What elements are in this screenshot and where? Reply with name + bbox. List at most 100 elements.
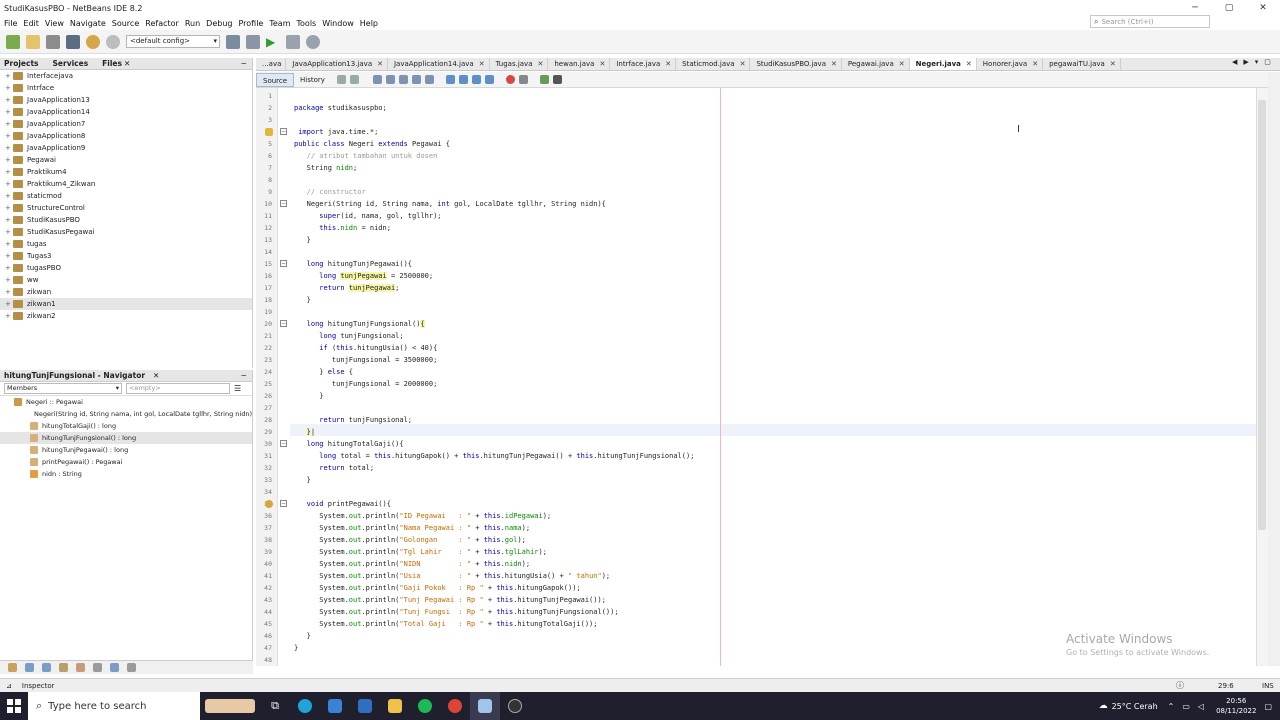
close-button[interactable]: ✕ — [1246, 0, 1280, 16]
editor-tab[interactable]: Pegawai.java ✕ — [842, 58, 910, 70]
close-icon[interactable]: ✕ — [537, 58, 543, 70]
close-icon[interactable]: ✕ — [479, 58, 485, 70]
edge-icon[interactable] — [290, 692, 320, 720]
editor-tab[interactable]: Tugas.java ✕ — [490, 58, 549, 70]
expand-icon[interactable]: + — [5, 130, 13, 142]
close-icon[interactable]: ✕ — [599, 58, 605, 70]
minimize-button[interactable]: ─ — [1178, 0, 1212, 16]
close-icon[interactable]: ✕ — [740, 58, 746, 70]
override-icon[interactable] — [265, 500, 273, 508]
expand-icon[interactable]: + — [5, 226, 13, 238]
start-button[interactable] — [0, 692, 28, 720]
editor-tab[interactable]: Negeri.java ✕ — [909, 58, 977, 70]
scrollbar-thumb[interactable] — [1258, 100, 1266, 530]
editor-tab[interactable]: Intrface.java ✕ — [610, 58, 677, 70]
comment-icon[interactable] — [471, 75, 481, 84]
expand-icon[interactable]: + — [5, 286, 13, 298]
filter-inherited-icon[interactable] — [59, 663, 68, 672]
project-item[interactable]: + JavaApplication14 — [0, 106, 252, 118]
tab-scroll-arrows[interactable]: ◀▶▾▢ — [1232, 58, 1277, 66]
project-item[interactable]: + Intrface — [0, 82, 252, 94]
close-icon[interactable]: ✕ — [153, 371, 159, 380]
task-view-icon[interactable]: ⧉ — [260, 692, 290, 720]
filter-settings-icon[interactable]: ☰ — [234, 384, 241, 393]
tab-services[interactable]: Services — [53, 59, 89, 68]
source-tab[interactable]: Source — [256, 72, 295, 87]
expand-icon[interactable]: + — [5, 106, 13, 118]
editor-tab[interactable]: pegawaiTU.java ✕ — [1043, 58, 1121, 70]
project-item[interactable]: + tugasPBO — [0, 262, 252, 274]
diff-icon[interactable] — [539, 75, 549, 84]
members-select[interactable]: Members ▾ — [4, 383, 122, 394]
weather-text[interactable]: 25°C Cerah — [1112, 702, 1158, 711]
navigator-item[interactable]: Negeri :: Pegawai — [0, 396, 252, 408]
fold-toggle[interactable]: − — [280, 500, 287, 507]
expand-icon[interactable]: + — [5, 142, 13, 154]
menu-view[interactable]: View — [45, 19, 64, 28]
ide-search-box[interactable]: ⌕ Search (Ctrl+I) — [1090, 15, 1210, 28]
fold-toggle[interactable]: − — [280, 128, 287, 135]
project-item[interactable]: + Praktikum4_Zikwan — [0, 178, 252, 190]
forward-icon[interactable] — [349, 75, 359, 84]
expand-icon[interactable]: + — [5, 298, 13, 310]
project-item[interactable]: + Tugas3 — [0, 250, 252, 262]
expand-icon[interactable]: + — [5, 202, 13, 214]
fold-toggle[interactable]: − — [280, 320, 287, 327]
minimize-panel-icon[interactable]: ─ — [241, 371, 246, 380]
clock[interactable]: 20:56 08/11/2022 — [1216, 696, 1256, 716]
file-explorer-icon[interactable] — [380, 692, 410, 720]
expand-icon[interactable]: + — [5, 250, 13, 262]
close-icon[interactable]: ✕ — [831, 58, 837, 70]
notification-icon[interactable]: ⓘ — [1176, 680, 1184, 691]
menu-run[interactable]: Run — [185, 19, 200, 28]
menu-debug[interactable]: Debug — [206, 19, 232, 28]
menu-refactor[interactable]: Refactor — [145, 19, 179, 28]
clean-build-icon[interactable] — [246, 34, 260, 49]
project-item[interactable]: + JavaApplication7 — [0, 118, 252, 130]
navigator-item[interactable]: nidn : String — [0, 468, 252, 480]
close-icon[interactable]: ✕ — [1110, 58, 1116, 70]
find-icon[interactable] — [372, 75, 382, 84]
close-icon[interactable]: ✕ — [966, 58, 972, 70]
new-project-icon[interactable] — [6, 34, 20, 49]
expand-icon[interactable]: + — [5, 94, 13, 106]
store-icon[interactable] — [320, 692, 350, 720]
project-item[interactable]: + JavaApplication13 — [0, 94, 252, 106]
network-icon[interactable]: ▭ — [1182, 702, 1190, 711]
ide-search-input[interactable]: Search (Ctrl+I) — [1101, 18, 1153, 26]
spotify-icon[interactable] — [410, 692, 440, 720]
mail-icon[interactable] — [350, 692, 380, 720]
expand-icon[interactable]: + — [5, 178, 13, 190]
project-item[interactable]: + StructureControl — [0, 202, 252, 214]
navigator-item[interactable]: hitungTunjPegawai() : long — [0, 444, 252, 456]
project-item[interactable]: + zikwan1 — [0, 298, 252, 310]
prev-bookmark-icon[interactable] — [424, 75, 434, 84]
menu-file[interactable]: File — [4, 19, 17, 28]
project-item[interactable]: + tugas — [0, 238, 252, 250]
sort-icon[interactable] — [93, 663, 102, 672]
navigator-filter-input[interactable]: <empty> — [126, 383, 230, 394]
expand-icon[interactable]: + — [5, 166, 13, 178]
expand-icon[interactable]: + — [5, 310, 13, 322]
find-next-icon[interactable] — [398, 75, 408, 84]
chrome-icon[interactable] — [440, 692, 470, 720]
expand-icon[interactable]: + — [5, 274, 13, 286]
filter-fields-icon[interactable] — [8, 663, 17, 672]
project-item[interactable]: + Interfacejava — [0, 70, 252, 82]
expand-icon[interactable]: + — [5, 82, 13, 94]
fold-toggle[interactable]: − — [280, 440, 287, 447]
history-tab[interactable]: History — [294, 73, 331, 87]
close-icon[interactable]: ✕ — [665, 58, 671, 70]
inspector-label[interactable]: Inspector — [22, 682, 55, 690]
sort-alpha-icon[interactable] — [110, 663, 119, 672]
record-macro-icon[interactable] — [505, 75, 515, 84]
project-item[interactable]: + StudiKasusPegawai — [0, 226, 252, 238]
fold-toggle[interactable]: − — [280, 200, 287, 207]
run-icon[interactable]: ▶ — [266, 35, 280, 49]
inspector-icon[interactable]: ⊿ — [6, 682, 12, 690]
back-icon[interactable] — [336, 75, 346, 84]
find-prev-icon[interactable] — [385, 75, 395, 84]
expand-icon[interactable]: + — [5, 262, 13, 274]
netbeans-icon[interactable] — [470, 692, 500, 720]
menu-navigate[interactable]: Navigate — [70, 19, 106, 28]
